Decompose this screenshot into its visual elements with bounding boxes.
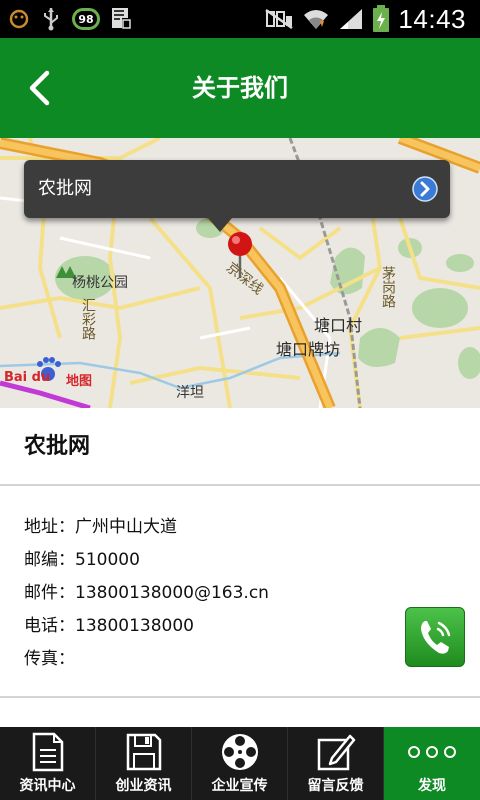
no-sim-icon: [264, 8, 294, 30]
map-label-tangkou-paifang: 塘口牌坊: [276, 340, 341, 359]
map-label-maogang-road: 茅岗路: [380, 266, 396, 308]
back-button[interactable]: [20, 64, 60, 112]
divider-bottom: [0, 696, 480, 698]
tab-discover[interactable]: 发现: [384, 727, 480, 800]
company-name: 农批网: [24, 434, 91, 459]
bottom-tab-bar: 资讯中心 创业资讯 企业宣传 留言反馈 发现: [0, 727, 480, 800]
tab-company-promo[interactable]: 企业宣传: [192, 727, 288, 800]
map-label-tangkou-village: 塘口村: [314, 316, 363, 335]
signal-icon: [338, 7, 364, 31]
battery-charging-icon: [372, 5, 390, 33]
baidu-map-text: 地图: [66, 374, 93, 389]
map-callout[interactable]: 农批网: [24, 160, 450, 218]
tab-startup-news[interactable]: 创业资讯: [96, 727, 192, 800]
tab-label: 创业资讯: [115, 778, 172, 794]
page-title: 关于我们: [192, 74, 288, 102]
call-button[interactable]: [405, 607, 465, 667]
chevron-right-circle-icon[interactable]: [412, 176, 438, 202]
info-address: 地址：广州中山大道: [24, 517, 177, 537]
tab-label: 发现: [418, 778, 446, 794]
info-fax: 传真：: [24, 649, 75, 669]
status-bar-right: 14:43: [264, 0, 466, 38]
map-label-huicai-road: 汇彩路: [80, 298, 96, 340]
tab-label: 企业宣传: [211, 778, 268, 794]
status-bar-left: 98: [8, 0, 134, 38]
wifi-icon: [302, 7, 330, 31]
keyboard-icon: [110, 6, 134, 32]
document-icon: [28, 731, 68, 773]
save-icon: [124, 731, 164, 773]
more-dots-icon: [406, 731, 458, 773]
divider-top: [0, 484, 480, 486]
app-header: 关于我们: [0, 38, 480, 138]
edit-icon: [316, 731, 356, 773]
map-label-park: 杨桃公园: [72, 275, 128, 291]
film-reel-icon: [220, 731, 260, 773]
face-icon: [8, 8, 30, 30]
tab-feedback[interactable]: 留言反馈: [288, 727, 384, 800]
baidu-brand-text: Bai du: [4, 370, 51, 385]
tab-label: 资讯中心: [19, 778, 76, 794]
tab-label: 留言反馈: [307, 778, 364, 794]
callout-pointer: [208, 218, 232, 232]
battery-level-badge: 98: [72, 8, 100, 30]
phone-icon: [421, 621, 451, 654]
chevron-left-icon: [29, 70, 50, 106]
info-phone[interactable]: 电话：13800138000: [24, 611, 194, 636]
status-time: 14:43: [398, 3, 466, 34]
tab-news-center[interactable]: 资讯中心: [0, 727, 96, 800]
map-label-yangtan: 洋坦: [176, 385, 204, 401]
usb-icon: [40, 6, 62, 32]
info-postcode: 邮编：510000: [24, 550, 140, 570]
info-email[interactable]: 邮件：13800138000@163.cn: [24, 578, 269, 603]
map-view[interactable]: 杨桃公园 汇彩路 京深线 塘口村 塘口牌坊 茅岗路 洋坦 Bai du 地图 农…: [0, 138, 480, 408]
callout-label: 农批网: [38, 178, 92, 199]
status-bar: 98 14:43: [0, 0, 480, 38]
